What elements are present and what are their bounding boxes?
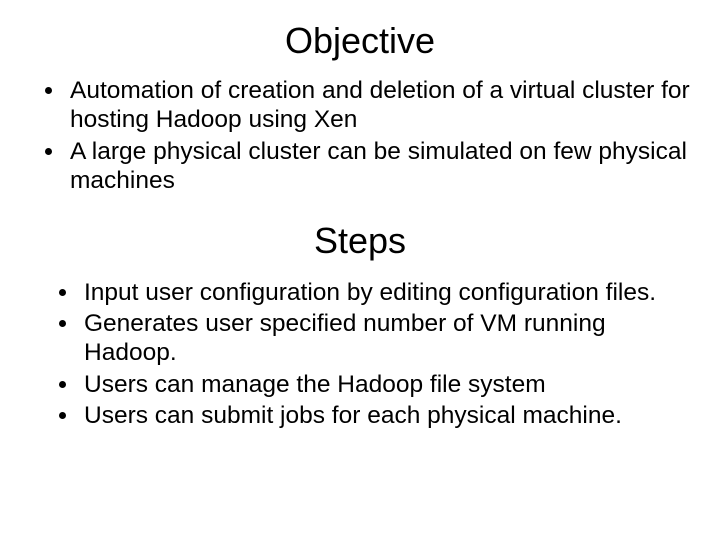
objective-list: Automation of creation and deletion of a… <box>30 76 690 196</box>
steps-heading: Steps <box>30 220 690 262</box>
list-item: Input user configuration by editing conf… <box>80 278 690 307</box>
slide: Objective Automation of creation and del… <box>0 0 720 540</box>
list-item: Generates user specified number of VM ru… <box>80 309 690 368</box>
objective-heading: Objective <box>30 20 690 62</box>
list-item: Users can manage the Hadoop file system <box>80 370 690 399</box>
list-item: Automation of creation and deletion of a… <box>66 76 690 135</box>
list-item: Users can submit jobs for each physical … <box>80 401 690 430</box>
list-item: A large physical cluster can be simulate… <box>66 137 690 196</box>
steps-list: Input user configuration by editing conf… <box>30 278 690 431</box>
